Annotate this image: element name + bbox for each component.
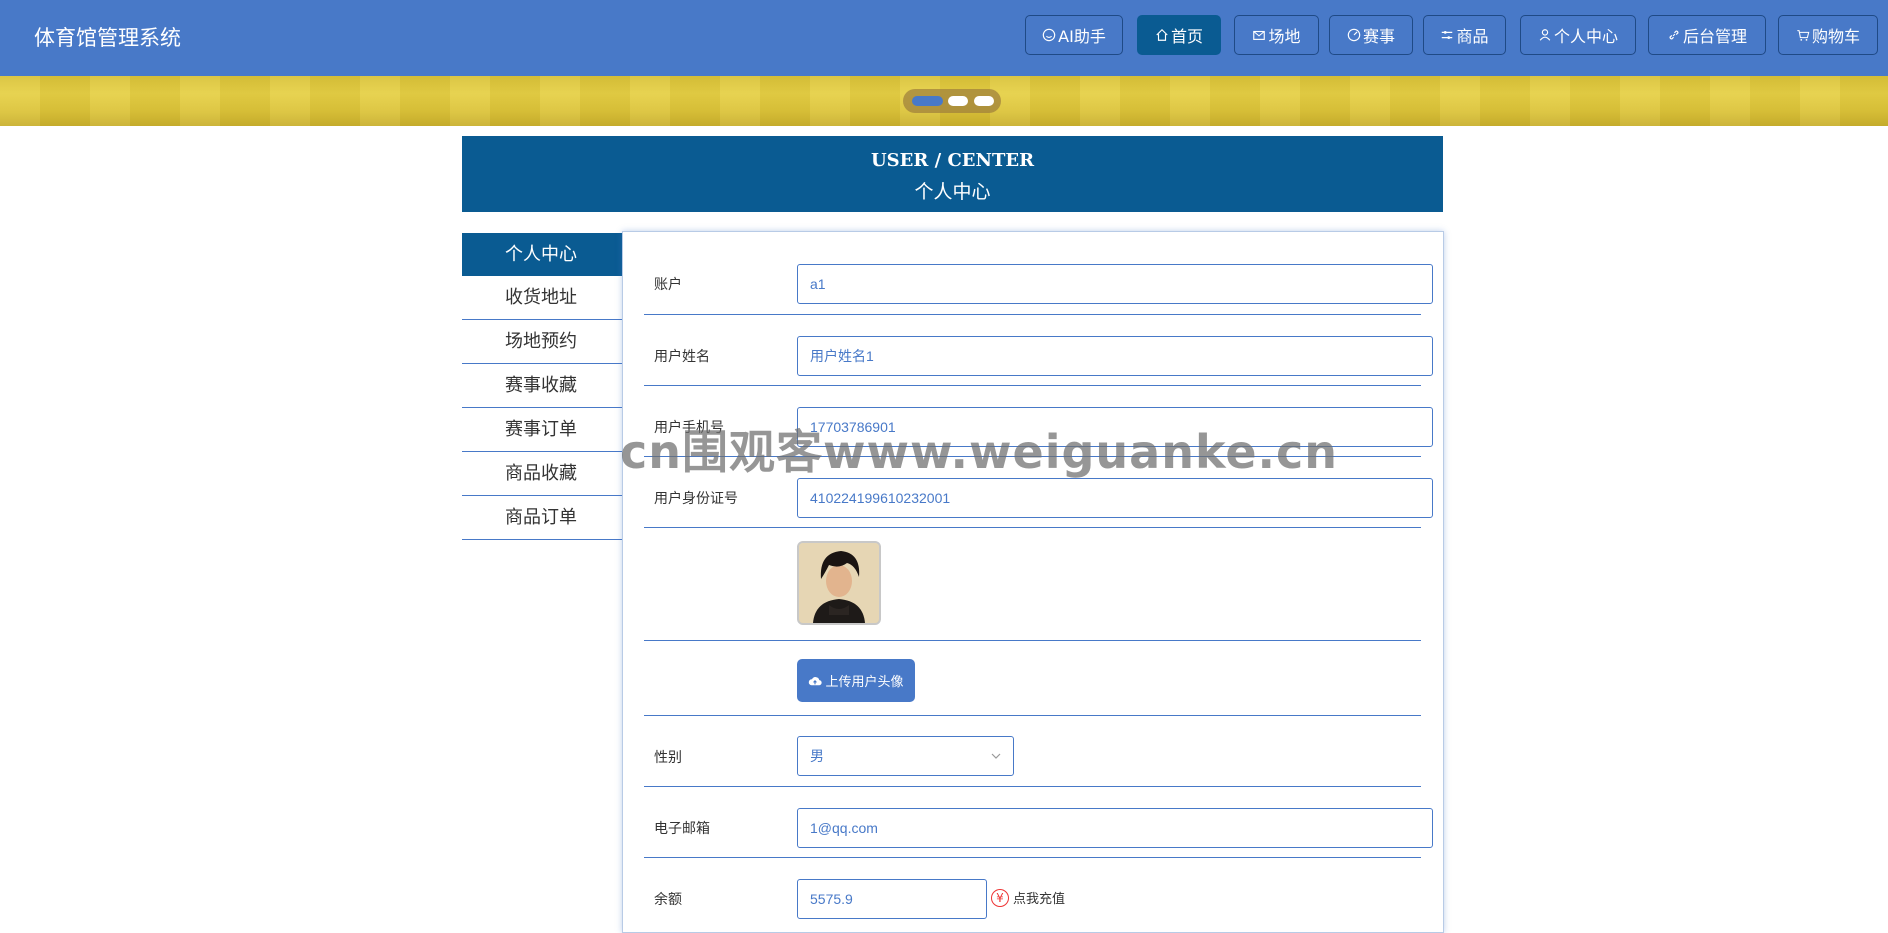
user-icon [1539, 29, 1551, 41]
name-label: 用户姓名 [654, 349, 710, 365]
nav-admin-button[interactable]: 后台管理 [1648, 15, 1766, 55]
gender-select[interactable]: 男 [797, 736, 1014, 776]
site-watermark: cn围观客www.weiguanke.cn [620, 425, 1339, 479]
email-row: 电子邮箱 1@qq.com [644, 787, 1433, 858]
side-item-personal-center[interactable]: 个人中心 [462, 233, 622, 276]
nav-cart-button[interactable]: 购物车 [1778, 15, 1878, 55]
account-row: 账户 a1 [644, 232, 1433, 315]
profile-form-panel: 账户 a1 用户姓名 用户姓名1 用户手机号 17703786901 用户身份证… [622, 231, 1444, 933]
app-title: 体育馆管理系统 [34, 26, 181, 50]
side-item-event-orders[interactable]: 赛事订单 [462, 408, 622, 452]
section-header: USER / CENTER 个人中心 [462, 136, 1443, 212]
carousel-indicators [903, 89, 1001, 113]
avatar-row [644, 528, 1421, 641]
side-item-shipping-address[interactable]: 收货地址 [462, 276, 622, 320]
email-label: 电子邮箱 [654, 821, 710, 837]
link-icon [1669, 30, 1679, 40]
nav-home-label: 首页 [1170, 27, 1203, 46]
carousel-dot-2[interactable] [948, 96, 968, 106]
id-card-input[interactable]: 410224199610232001 [797, 478, 1433, 518]
top-navbar: 体育馆管理系统 AI助手 首页 场地 赛事 商品 个人中心 后台管理 购物车 [0, 0, 1888, 76]
nav-personal-center-label: 个人中心 [1553, 27, 1618, 46]
section-title-en: USER / CENTER [870, 150, 1035, 171]
user-avatar [797, 541, 881, 625]
gender-label: 性别 [654, 750, 682, 766]
gauge-icon [1347, 28, 1361, 42]
gender-row: 性别 男 [644, 716, 1421, 787]
cloud-upload-icon [809, 676, 823, 685]
account-input[interactable]: a1 [797, 264, 1433, 304]
gender-selected-value: 男 [810, 748, 824, 764]
side-menu: 个人中心 收货地址 场地预约 赛事收藏 赛事订单 商品收藏 商品订单 [462, 233, 622, 540]
recharge-link[interactable]: ¥ 点我充值 [991, 888, 1065, 907]
mail-icon [1253, 30, 1266, 40]
banner-carousel [0, 76, 1888, 126]
upload-avatar-label: 上传用户头像 [825, 675, 904, 690]
side-item-product-favorites[interactable]: 商品收藏 [462, 452, 622, 496]
upload-avatar-button[interactable]: 上传用户头像 [797, 659, 915, 702]
carousel-dot-1[interactable] [912, 96, 943, 106]
name-row: 用户姓名 用户姓名1 [644, 315, 1433, 386]
name-input[interactable]: 用户姓名1 [797, 336, 1433, 376]
id-card-label: 用户身份证号 [654, 491, 738, 507]
nav-events-button[interactable]: 赛事 [1329, 15, 1413, 55]
nav-products-button[interactable]: 商品 [1423, 15, 1506, 55]
nav-venue-label: 场地 [1268, 27, 1301, 46]
carousel-dot-3[interactable] [974, 96, 994, 106]
balance-input[interactable]: 5575.9 [797, 879, 987, 919]
nav-products-label: 商品 [1456, 27, 1489, 46]
recharge-label: 点我充值 [1013, 892, 1066, 907]
nav-home-button[interactable]: 首页 [1137, 15, 1221, 55]
balance-label: 余额 [654, 892, 682, 908]
nav-ai-assistant-button[interactable]: AI助手 [1025, 15, 1123, 55]
smile-icon [1042, 28, 1056, 42]
home-icon [1156, 28, 1168, 41]
side-item-product-orders[interactable]: 商品订单 [462, 496, 622, 540]
nav-admin-label: 后台管理 [1682, 27, 1747, 46]
balance-row: 余额 5575.9 ¥ 点我充值 [644, 858, 1421, 929]
email-input[interactable]: 1@qq.com [797, 808, 1433, 848]
nav-cart-label: 购物车 [1811, 27, 1860, 46]
avatar-portrait [799, 543, 879, 623]
side-item-event-favorites[interactable]: 赛事收藏 [462, 364, 622, 408]
account-label: 账户 [654, 277, 682, 293]
cart-icon [1797, 30, 1810, 41]
section-title-cn: 个人中心 [914, 181, 991, 203]
upload-row: 上传用户头像 [644, 641, 1421, 716]
nav-venue-button[interactable]: 场地 [1234, 15, 1319, 55]
chevron-down-icon [991, 753, 1001, 759]
yen-icon: ¥ [991, 888, 1009, 907]
nav-ai-assistant-label: AI助手 [1058, 27, 1106, 46]
nav-events-label: 赛事 [1362, 27, 1395, 46]
side-item-venue-booking[interactable]: 场地预约 [462, 320, 622, 364]
sliders-icon [1442, 30, 1453, 40]
nav-personal-center-button[interactable]: 个人中心 [1520, 15, 1636, 55]
